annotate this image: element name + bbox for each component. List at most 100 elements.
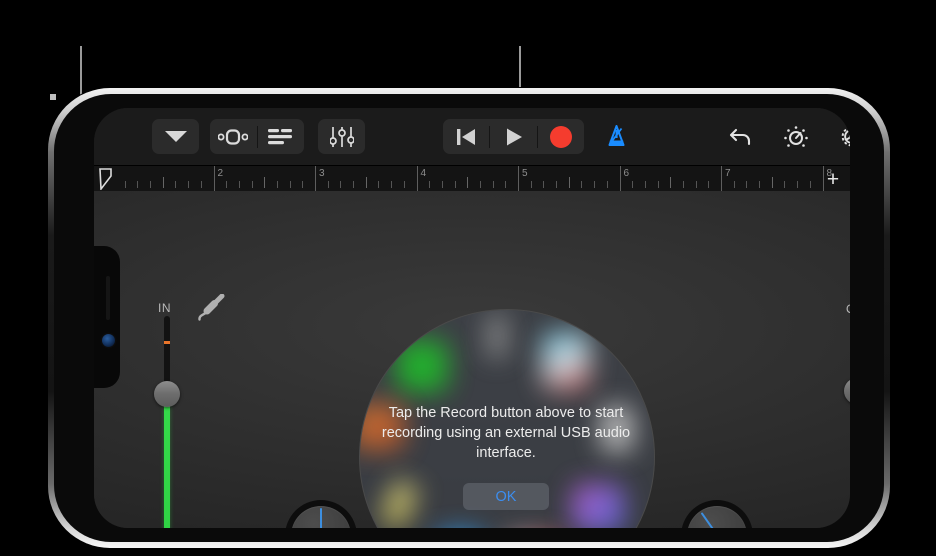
output-slider-handle[interactable] [844,378,850,404]
ruler-tick [378,181,380,188]
front-camera [102,334,115,347]
instrument-panel: IN USB Channel OUT [94,191,850,528]
rewind-icon[interactable] [443,119,489,154]
metronome-button[interactable] [594,119,638,154]
ruler-tick [644,181,646,188]
ruler-tick [543,181,545,188]
ruler-tick [708,181,710,188]
ruler-tick [391,181,393,188]
ruler-tick [264,177,266,188]
ruler-tick [746,181,748,188]
ruler-tick [784,181,786,188]
ruler-tick [594,181,596,188]
gear-icon [841,126,850,147]
track-list-icon[interactable] [257,119,304,154]
ruler-tick [289,181,291,188]
ruler-tick [670,177,672,188]
tone-knob-indicator [320,508,322,528]
mixer-sliders-icon[interactable] [318,119,365,154]
ruler-tick [365,177,367,188]
timeline-ruler[interactable]: 2345678 + [94,165,850,192]
ruler-bar-number: 6 [623,168,630,179]
ruler-tick [251,181,253,188]
ruler-tick [809,181,811,188]
ruler-tick [568,177,570,188]
navigation-menu-button[interactable] [152,119,199,154]
ruler-tick [479,181,481,188]
ruler-tick [175,181,177,188]
input-slider-handle[interactable] [154,381,180,407]
input-label: IN [158,301,172,315]
input-peak-marker [164,341,170,344]
view-toggle-group [210,119,304,154]
ruler-tick [188,181,190,188]
ruler-tick [695,181,697,188]
ruler-tick [530,181,532,188]
ruler-tick [226,181,228,188]
blurred-app-icon [378,478,420,528]
ruler-tick [606,181,608,188]
input-level-meter [164,401,170,528]
blurred-app-icon [572,484,624,528]
output-label: OUT [846,302,850,316]
triangle-down-icon[interactable] [152,119,199,154]
transport-controls [443,119,584,154]
ruler-tick [454,181,456,188]
ruler-tick [733,181,735,188]
device-frame: 2345678 + IN Tap the Record button above… [48,88,890,548]
ruler-tick [632,181,634,188]
ruler-tick [505,181,507,188]
callout-anchor-left [50,94,56,100]
metronome-icon [608,125,624,146]
playhead-marker[interactable] [99,168,112,190]
ruler-bar-number: 2 [217,168,224,179]
undo-arrow-icon [729,128,751,145]
ruler-tick [797,181,799,188]
ruler-bar-number: 5 [522,168,528,179]
fx-control-button[interactable] [774,119,818,154]
ruler-tick [162,177,164,188]
settings-button[interactable] [829,119,850,154]
device-bezel: 2345678 + IN Tap the Record button above… [54,94,884,542]
add-track-button[interactable]: + [820,167,846,191]
ruler-tick [200,181,202,188]
knob-fx-icon [784,125,808,147]
ruler-tick [403,181,405,188]
ruler-tick [353,181,355,188]
app-toolbar [94,108,850,165]
ruler-tick [556,181,558,188]
ruler-tick [238,181,240,188]
play-icon[interactable] [490,119,536,154]
ruler-bar-number: 4 [420,168,427,179]
undo-button[interactable] [719,119,763,154]
ruler-tick [150,181,152,188]
mixer-button[interactable] [318,119,365,154]
device-screen: 2345678 + IN Tap the Record button above… [94,108,850,528]
ruler-bar-number: 3 [319,168,325,179]
ruler-tick [137,181,139,188]
record-icon[interactable] [538,119,584,154]
ruler-tick [124,181,126,188]
blurred-app-icon [396,340,448,392]
ruler-tick [302,181,304,188]
ruler-tick [759,181,761,188]
screenshot-root: 2345678 + IN Tap the Record button above… [0,0,936,556]
device-notch [94,246,120,388]
blurred-app-icon [542,332,590,390]
squeeze-knob[interactable]: Squeeze [681,500,753,528]
ruler-tick [657,181,659,188]
loop-browser-icon[interactable] [210,119,257,154]
audio-jack-icon [198,294,225,321]
ruler-tick [429,181,431,188]
ruler-tick [492,181,494,188]
ruler-tick [467,177,469,188]
ruler-bar-number: 7 [725,168,731,179]
tone-knob[interactable]: Tone [285,500,357,528]
earpiece-speaker [106,276,110,320]
ruler-tick [441,181,443,188]
ruler-tick [276,181,278,188]
ruler-tick [682,181,684,188]
alert-message: Tap the Record button above to start rec… [381,405,631,461]
ok-button[interactable]: OK [463,483,549,510]
ruler-tick [327,181,329,188]
